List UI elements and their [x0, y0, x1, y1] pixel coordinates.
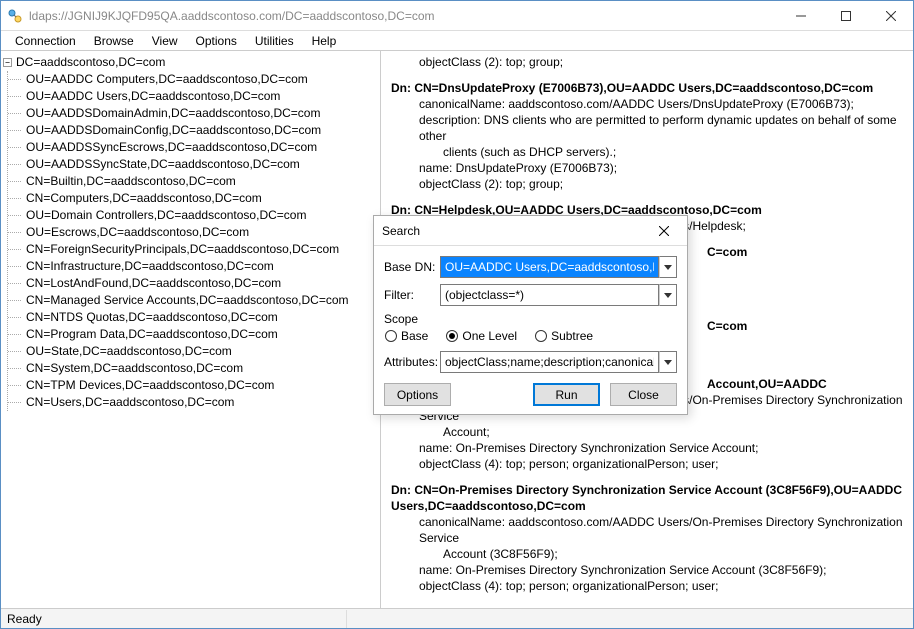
window-title: ldaps://JGNIJ9KJQFD95QA.aaddscontoso.com…	[29, 9, 778, 23]
base-dn-dropdown[interactable]	[659, 256, 677, 278]
collapse-icon[interactable]: −	[3, 58, 12, 67]
tree-node[interactable]: OU=AADDSSyncState,DC=aaddscontoso,DC=com	[26, 156, 378, 173]
dialog-title-text: Search	[382, 224, 649, 238]
attributes-dropdown[interactable]	[659, 351, 677, 373]
tree-node[interactable]: CN=NTDS Quotas,DC=aaddscontoso,DC=com	[26, 309, 378, 326]
menu-options[interactable]: Options	[188, 33, 245, 49]
search-dialog: Search Base DN: Filter: Scope	[373, 215, 688, 415]
result-line: canonicalName: aaddscontoso.com/AADDC Us…	[391, 96, 903, 112]
tree-node[interactable]: OU=AADDSDomainConfig,DC=aaddscontoso,DC=…	[26, 122, 378, 139]
result-line: name: On-Premises Directory Synchronizat…	[391, 562, 903, 578]
result-line: canonicalName: aaddscontoso.com/AADDC Us…	[391, 514, 903, 546]
scope-label: Scope	[384, 312, 677, 326]
tree-node[interactable]: CN=Managed Service Accounts,DC=aaddscont…	[26, 292, 378, 309]
scope-subtree-radio[interactable]: Subtree	[535, 329, 593, 343]
menu-help[interactable]: Help	[304, 33, 345, 49]
tree-node[interactable]: OU=AADDC Users,DC=aaddscontoso,DC=com	[26, 88, 378, 105]
tree-node[interactable]: CN=System,DC=aaddscontoso,DC=com	[26, 360, 378, 377]
tree-panel[interactable]: − DC=aaddscontoso,DC=com OU=AADDC Comput…	[1, 51, 381, 608]
attributes-label: Attributes:	[384, 355, 440, 369]
menu-utilities[interactable]: Utilities	[247, 33, 302, 49]
tree-node[interactable]: CN=Builtin,DC=aaddscontoso,DC=com	[26, 173, 378, 190]
result-line: objectClass (4): top; person; organizati…	[391, 578, 903, 594]
scope-base-radio[interactable]: Base	[385, 329, 428, 343]
result-separator: -----------	[391, 604, 903, 608]
tree-node[interactable]: CN=Users,DC=aaddscontoso,DC=com	[26, 394, 378, 411]
tree-node[interactable]: OU=Domain Controllers,DC=aaddscontoso,DC…	[26, 207, 378, 224]
result-line: objectClass (2): top; group;	[391, 54, 903, 70]
maximize-button[interactable]	[823, 1, 868, 30]
dialog-close-button[interactable]	[649, 226, 679, 236]
statusbar: Ready	[1, 608, 913, 628]
tree-children: OU=AADDC Computers,DC=aaddscontoso,DC=co…	[7, 71, 378, 411]
tree-node[interactable]: OU=State,DC=aaddscontoso,DC=com	[26, 343, 378, 360]
status-text: Ready	[7, 610, 347, 628]
result-line: objectClass (4): top; person; organizati…	[391, 456, 903, 472]
tree-node[interactable]: CN=ForeignSecurityPrincipals,DC=aaddscon…	[26, 241, 378, 258]
app-icon	[7, 8, 23, 24]
scope-onelevel-radio[interactable]: One Level	[446, 329, 517, 343]
tree-node[interactable]: CN=TPM Devices,DC=aaddscontoso,DC=com	[26, 377, 378, 394]
result-line: description: DNS clients who are permitt…	[391, 112, 903, 144]
result-line: clients (such as DHCP servers).;	[391, 144, 903, 160]
filter-label: Filter:	[384, 288, 440, 302]
minimize-button[interactable]	[778, 1, 823, 30]
result-line: name: DnsUpdateProxy (E7006B73);	[391, 160, 903, 176]
main-pane: − DC=aaddscontoso,DC=com OU=AADDC Comput…	[1, 51, 913, 608]
dialog-titlebar[interactable]: Search	[374, 216, 687, 246]
radio-icon	[535, 330, 547, 342]
tree-node[interactable]: CN=LostAndFound,DC=aaddscontoso,DC=com	[26, 275, 378, 292]
menubar: Connection Browse View Options Utilities…	[1, 31, 913, 51]
result-partial: C=com	[707, 244, 903, 260]
radio-icon	[385, 330, 397, 342]
result-line: name: On-Premises Directory Synchronizat…	[391, 440, 903, 456]
tree-node[interactable]: OU=Escrows,DC=aaddscontoso,DC=com	[26, 224, 378, 241]
window-controls	[778, 1, 913, 30]
menu-view[interactable]: View	[144, 33, 186, 49]
result-line: Account;	[391, 424, 903, 440]
tree-node[interactable]: CN=Computers,DC=aaddscontoso,DC=com	[26, 190, 378, 207]
attributes-input[interactable]	[440, 351, 659, 373]
scope-group: Base One Level Subtree	[384, 329, 677, 343]
filter-input[interactable]	[440, 284, 659, 306]
options-button[interactable]: Options	[384, 383, 451, 406]
result-line: Account (3C8F56F9);	[391, 546, 903, 562]
tree-node[interactable]: CN=Program Data,DC=aaddscontoso,DC=com	[26, 326, 378, 343]
titlebar: ldaps://JGNIJ9KJQFD95QA.aaddscontoso.com…	[1, 1, 913, 31]
base-dn-input[interactable]	[440, 256, 659, 278]
close-dialog-button[interactable]: Close	[610, 383, 677, 406]
menu-connection[interactable]: Connection	[7, 33, 84, 49]
tree-root[interactable]: − DC=aaddscontoso,DC=com	[3, 54, 378, 71]
result-partial: C=com	[707, 318, 903, 334]
tree-root-label[interactable]: DC=aaddscontoso,DC=com	[16, 54, 165, 71]
filter-dropdown[interactable]	[659, 284, 677, 306]
close-button[interactable]	[868, 1, 913, 30]
tree-node[interactable]: OU=AADDSDomainAdmin,DC=aaddscontoso,DC=c…	[26, 105, 378, 122]
base-dn-label: Base DN:	[384, 260, 440, 274]
result-dn: Dn: CN=On-Premises Directory Synchroniza…	[391, 482, 903, 514]
radio-icon	[446, 330, 458, 342]
result-line: objectClass (2): top; group;	[391, 176, 903, 192]
tree-node[interactable]: OU=AADDC Computers,DC=aaddscontoso,DC=co…	[26, 71, 378, 88]
result-dn: Dn: CN=DnsUpdateProxy (E7006B73),OU=AADD…	[391, 80, 903, 96]
run-button[interactable]: Run	[533, 383, 600, 406]
tree-node[interactable]: CN=Infrastructure,DC=aaddscontoso,DC=com	[26, 258, 378, 275]
tree-node[interactable]: OU=AADDSSyncEscrows,DC=aaddscontoso,DC=c…	[26, 139, 378, 156]
menu-browse[interactable]: Browse	[86, 33, 142, 49]
